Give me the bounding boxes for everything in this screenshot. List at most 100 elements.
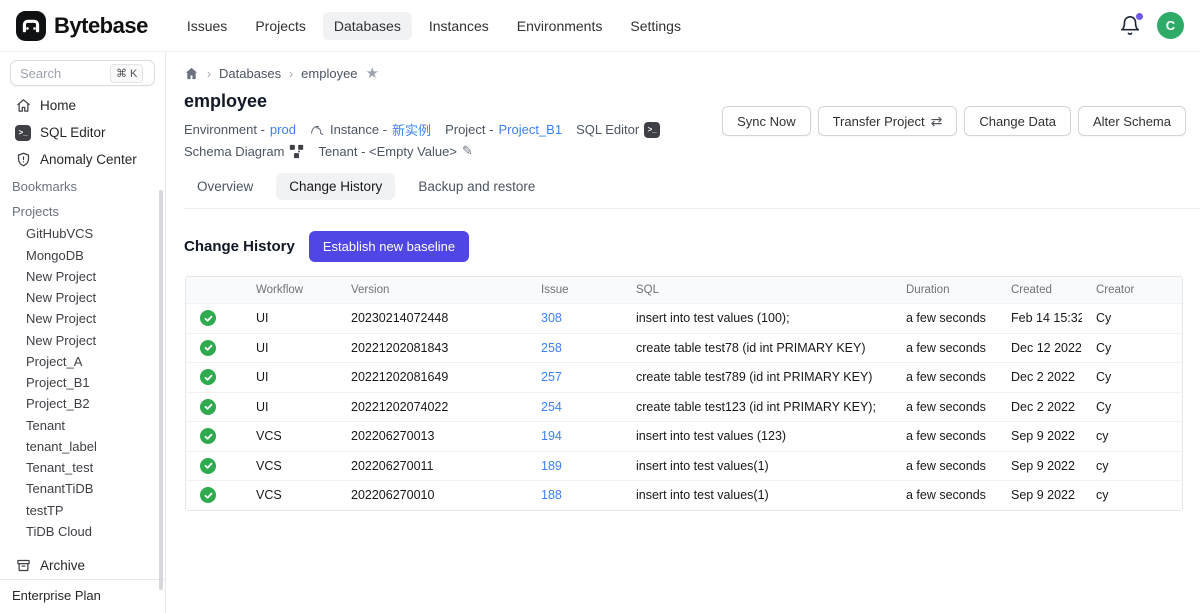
nav-environments[interactable]: Environments: [506, 12, 614, 40]
environment-link[interactable]: prod: [270, 122, 296, 137]
issue-link[interactable]: 254: [527, 400, 622, 414]
sidebar-project-project-b1[interactable]: Project_B1: [0, 372, 165, 393]
breadcrumb-employee[interactable]: employee: [301, 66, 357, 81]
projects-section-label: Projects: [0, 198, 165, 223]
cell-sql: create table test789 (id int PRIMARY KEY…: [622, 370, 892, 384]
cell-workflow: VCS: [242, 459, 337, 473]
schema-diagram-shortcut[interactable]: Schema Diagram: [184, 144, 304, 159]
instance-link[interactable]: 新实例: [392, 120, 431, 139]
transfer-project-label: Transfer Project: [833, 114, 925, 129]
sidebar-project-new-project-4[interactable]: New Project: [0, 330, 165, 351]
cell-creator: Cy: [1082, 341, 1182, 355]
sidebar-project-githubvcs[interactable]: GitHubVCS: [0, 223, 165, 244]
success-check-icon: [200, 369, 216, 385]
issue-link[interactable]: 308: [527, 311, 622, 325]
sidebar-project-tenant-test[interactable]: Tenant_test: [0, 457, 165, 478]
user-avatar[interactable]: C: [1157, 12, 1184, 39]
favorite-star-icon[interactable]: ★: [366, 66, 379, 81]
establish-baseline-button[interactable]: Establish new baseline: [309, 231, 469, 262]
sidebar-project-tenanttidb[interactable]: TenantTiDB: [0, 478, 165, 499]
edit-pencil-icon[interactable]: ✎: [462, 143, 473, 159]
cell-duration: a few seconds: [892, 370, 997, 384]
sidebar-item-home[interactable]: Home: [0, 92, 165, 119]
sidebar-project-testtp[interactable]: testTP: [0, 500, 165, 521]
cell-version: 20230214072448: [337, 311, 527, 325]
alter-schema-button[interactable]: Alter Schema: [1078, 106, 1186, 136]
breadcrumb-databases[interactable]: Databases: [219, 66, 281, 81]
cell-version: 20221202081649: [337, 370, 527, 384]
cell-workflow: UI: [242, 311, 337, 325]
table-row[interactable]: UI 20230214072448 308 insert into test v…: [186, 303, 1182, 333]
issue-link[interactable]: 189: [527, 459, 622, 473]
col-version: Version: [337, 284, 527, 296]
success-check-icon: [200, 399, 216, 415]
table-row[interactable]: UI 20221202081843 258 create table test7…: [186, 333, 1182, 363]
change-data-button[interactable]: Change Data: [964, 106, 1071, 136]
cell-duration: a few seconds: [892, 311, 997, 325]
sidebar-project-new-project-3[interactable]: New Project: [0, 308, 165, 329]
bookmarks-section-label: Bookmarks: [0, 173, 165, 198]
sidebar-item-sql-editor[interactable]: >_ SQL Editor: [0, 119, 165, 146]
table-row[interactable]: VCS 202206270013 194 insert into test va…: [186, 421, 1182, 451]
database-meta: Environment - prod Instance - 新实例 Projec…: [166, 112, 766, 159]
col-workflow: Workflow: [242, 284, 337, 296]
sidebar-item-label: Home: [40, 98, 76, 113]
breadcrumb-separator: ›: [207, 67, 211, 81]
table-row[interactable]: UI 20221202074022 254 create table test1…: [186, 392, 1182, 422]
search-box[interactable]: ⌘ K: [10, 60, 155, 86]
table-row[interactable]: UI 20221202081649 257 create table test7…: [186, 362, 1182, 392]
success-check-icon: [200, 458, 216, 474]
sidebar-project-new-project-2[interactable]: New Project: [0, 287, 165, 308]
sidebar-project-tenant-label[interactable]: tenant_label: [0, 436, 165, 457]
search-input[interactable]: [20, 66, 110, 81]
notification-dot: [1136, 13, 1143, 20]
sidebar-item-archive[interactable]: Archive: [0, 552, 165, 579]
issue-link[interactable]: 257: [527, 370, 622, 384]
terminal-icon: >_: [15, 125, 31, 141]
tab-change-history[interactable]: Change History: [276, 173, 395, 200]
tab-backup-and-restore[interactable]: Backup and restore: [405, 173, 548, 200]
project-label: Project -: [445, 122, 493, 137]
success-check-icon: [200, 428, 216, 444]
cell-duration: a few seconds: [892, 400, 997, 414]
sidebar-item-anomaly-center[interactable]: Anomaly Center: [0, 146, 165, 173]
breadcrumb-separator: ›: [289, 67, 293, 81]
col-sql: SQL: [622, 284, 892, 296]
breadcrumb-home-icon[interactable]: [184, 66, 199, 81]
sync-now-button[interactable]: Sync Now: [722, 106, 811, 136]
mysql-engine-icon: [310, 123, 325, 136]
nav-issues[interactable]: Issues: [176, 12, 238, 40]
table-row[interactable]: VCS 202206270010 188 insert into test va…: [186, 480, 1182, 510]
issue-link[interactable]: 258: [527, 341, 622, 355]
bytebase-logo[interactable]: Bytebase: [16, 11, 148, 41]
database-actions: Sync Now Transfer Project ⇄ Change Data …: [722, 106, 1186, 136]
sidebar-project-tidb-cloud[interactable]: TiDB Cloud: [0, 521, 165, 542]
change-history-table: Workflow Version Issue SQL Duration Crea…: [185, 276, 1183, 511]
issue-link[interactable]: 188: [527, 488, 622, 502]
col-created: Created: [997, 284, 1082, 296]
project-link[interactable]: Project_B1: [498, 122, 562, 137]
cell-created: Dec 12 2022: [997, 341, 1082, 355]
success-check-icon: [200, 310, 216, 326]
sidebar-item-label: SQL Editor: [40, 125, 106, 140]
sidebar-project-project-b2[interactable]: Project_B2: [0, 393, 165, 414]
nav-instances[interactable]: Instances: [418, 12, 500, 40]
sidebar-project-tenant[interactable]: Tenant: [0, 415, 165, 436]
sidebar-project-mongodb[interactable]: MongoDB: [0, 245, 165, 266]
cell-version: 202206270013: [337, 429, 527, 443]
breadcrumb: › Databases › employee ★: [166, 52, 1200, 81]
sidebar-project-project-a[interactable]: Project_A: [0, 351, 165, 372]
cell-created: Dec 2 2022: [997, 370, 1082, 384]
sidebar-scrollbar[interactable]: [159, 190, 163, 590]
table-row[interactable]: VCS 202206270011 189 insert into test va…: [186, 451, 1182, 481]
sidebar-project-new-project-1[interactable]: New Project: [0, 266, 165, 287]
cell-creator: Cy: [1082, 311, 1182, 325]
issue-link[interactable]: 194: [527, 429, 622, 443]
nav-databases[interactable]: Databases: [323, 12, 412, 40]
transfer-project-button[interactable]: Transfer Project ⇄: [818, 106, 958, 136]
tab-overview[interactable]: Overview: [184, 173, 266, 200]
nav-settings[interactable]: Settings: [619, 12, 692, 40]
sql-editor-shortcut[interactable]: SQL Editor >_: [576, 122, 660, 138]
nav-projects[interactable]: Projects: [244, 12, 317, 40]
notification-bell-icon[interactable]: [1119, 15, 1141, 37]
